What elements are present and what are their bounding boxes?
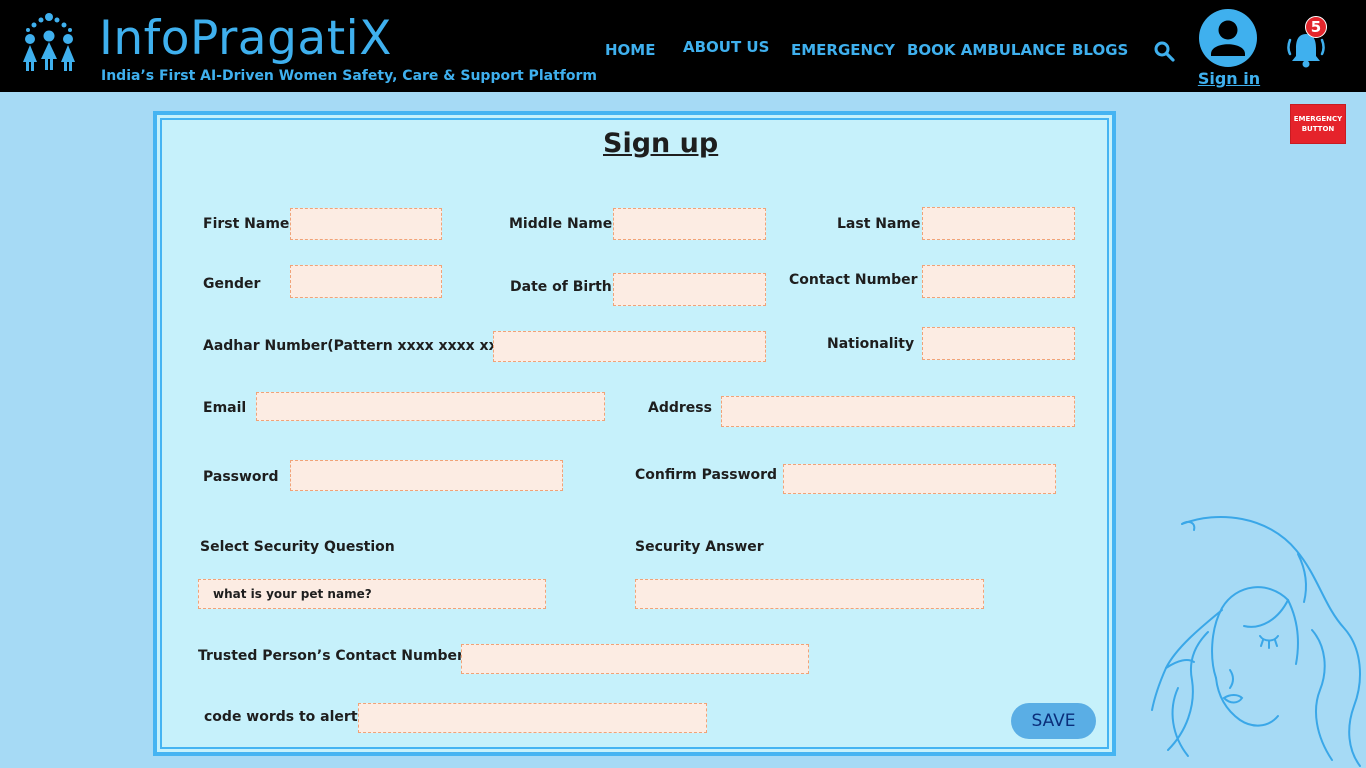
brand-tagline: India’s First AI-Driven Women Safety, Ca… — [101, 68, 597, 84]
email-label: Email — [203, 400, 247, 416]
address-label: Address — [648, 400, 712, 416]
search-icon[interactable] — [1153, 40, 1175, 62]
aadhar-field[interactable] — [493, 331, 766, 362]
save-button[interactable]: SAVE — [1011, 703, 1096, 739]
confirm-password-label: Confirm Password — [635, 467, 778, 483]
address-field[interactable] — [721, 396, 1075, 427]
notification-count-badge: 5 — [1305, 16, 1327, 38]
first-name-field[interactable] — [290, 208, 442, 240]
emergency-button-line1: EMERGENCY — [1293, 115, 1343, 123]
security-question-label: Select Security Question — [200, 539, 395, 555]
women-group-logo-icon — [23, 13, 75, 71]
nav-emergency[interactable]: EMERGENCY — [791, 41, 895, 59]
nav-blogs[interactable]: BLOGS — [1072, 41, 1128, 59]
middle-name-field[interactable] — [613, 208, 766, 240]
last-name-field[interactable] — [922, 207, 1075, 240]
security-question-selected-value: what is your pet name? — [213, 587, 372, 601]
woman-face-line-art — [1151, 515, 1361, 767]
confirm-password-field[interactable] — [783, 464, 1056, 494]
dob-field[interactable] — [613, 273, 766, 306]
password-label: Password — [203, 469, 279, 485]
contact-number-field[interactable] — [922, 265, 1075, 298]
user-avatar-icon[interactable] — [1199, 9, 1257, 67]
nav-home[interactable]: HOME — [605, 41, 655, 59]
trusted-contact-label: Trusted Person’s Contact Number — [198, 648, 464, 664]
password-field[interactable] — [290, 460, 563, 491]
emergency-button[interactable]: EMERGENCY BUTTON — [1290, 104, 1346, 144]
top-header: InfoPragatiX India’s First AI-Driven Wom… — [0, 0, 1366, 92]
security-question-select[interactable]: what is your pet name? — [198, 579, 546, 609]
form-title: Sign up — [603, 128, 719, 159]
nationality-field[interactable] — [922, 327, 1075, 360]
nav-book-ambulance[interactable]: BOOK AMBULANCE — [907, 41, 1066, 59]
brand-name[interactable]: InfoPragatiX — [99, 11, 392, 67]
gender-field[interactable] — [290, 265, 442, 298]
emergency-button-line2: BUTTON — [1301, 125, 1335, 133]
nav-about-us[interactable]: ABOUT US — [683, 38, 769, 56]
security-answer-field[interactable] — [635, 579, 984, 609]
gender-label: Gender — [203, 276, 261, 292]
first-name-label: First Name — [203, 216, 290, 232]
contact-number-label: Contact Number — [789, 272, 918, 288]
code-words-field[interactable] — [358, 703, 707, 733]
trusted-contact-field[interactable] — [461, 644, 809, 674]
email-field[interactable] — [256, 392, 605, 421]
code-words-label: code words to alert — [204, 709, 358, 725]
aadhar-label: Aadhar Number(Pattern xxxx xxxx xxxx) — [203, 338, 523, 354]
dob-label: Date of Birth — [510, 279, 612, 295]
sign-in-link[interactable]: Sign in — [1197, 69, 1261, 88]
nationality-label: Nationality — [827, 336, 915, 352]
middle-name-label: Middle Name — [509, 216, 613, 232]
last-name-label: Last Name — [837, 216, 921, 232]
security-answer-label: Security Answer — [635, 539, 764, 555]
